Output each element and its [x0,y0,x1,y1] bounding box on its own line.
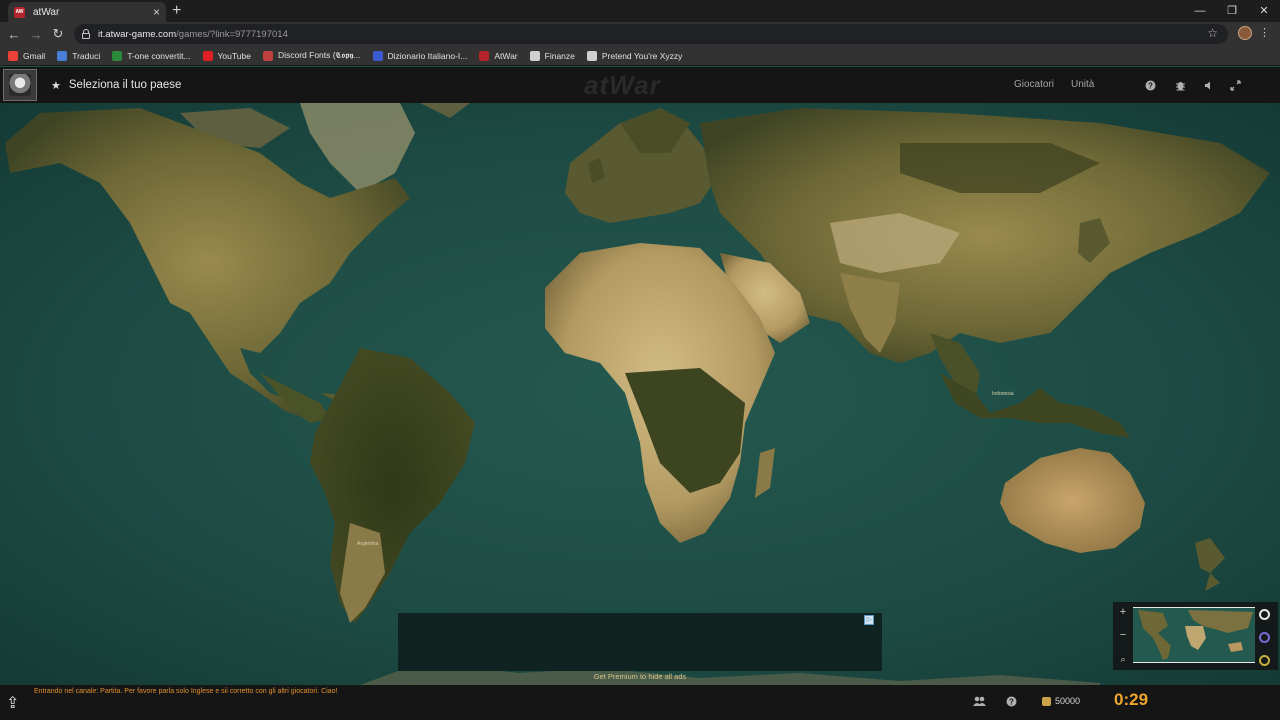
atwar-icon [479,50,490,61]
bookmark-label: Pretend You're Xyzzy [601,50,683,61]
address-bar[interactable]: it.atwar-game.com/games/?link=9777197014… [74,24,1228,44]
sound-icon[interactable] [1200,77,1216,93]
bookmark-item[interactable]: AtWar [479,50,518,61]
bookmark-label: T-one convertit... [127,50,191,61]
bookmark-label: Traduci [72,50,101,61]
bookmark-label: AtWar [494,50,518,61]
bookmark-icon [262,50,273,61]
tab-title: atWar [33,6,60,18]
player-avatar[interactable] [3,69,37,101]
turn-timer: 0:29 [1114,690,1149,709]
bookmark-label: Discord Fonts (𝕮𝖔𝖕𝖞... [277,50,361,60]
bookmark-item[interactable]: T-one convertit... [112,50,191,61]
browser-toolbar: ← → ↻ it.atwar-game.com/games/?link=9777… [0,22,1280,46]
bookmark-item[interactable]: Dizionario Italiano-I... [372,50,468,61]
gold-display: 50000 [1042,696,1080,706]
atwar-favicon-icon: AW [14,6,25,18]
bug-icon[interactable] [1172,77,1188,93]
page-title: Seleziona il tuo paese [68,79,182,91]
minimap-view[interactable] [1133,607,1255,663]
ad-choices-icon[interactable]: ▷ [864,615,874,625]
help-icon[interactable]: ? [1142,77,1158,93]
bookmarks-bar: Gmail Traduci T-one convertit... YouTube Dis… [0,46,1280,66]
window-controls: — ❐ ✕ [1184,0,1280,22]
world-map-canvas: Argentina Indonesia [5,103,1270,685]
minimap-africa [1185,626,1206,650]
minimap-canvas [1138,610,1253,660]
madagascar-region [755,448,775,498]
new-tab-icon[interactable]: + [172,2,181,20]
minimap-australia [1228,642,1243,652]
bookmark-icon [112,50,123,61]
bookmark-item[interactable]: Gmail [8,50,46,61]
bookmark-item[interactable]: YouTube [202,50,251,61]
bookmark-item[interactable]: Pretend You're Xyzzy [586,50,683,61]
bookmark-item[interactable]: Finanze [529,50,575,61]
minimap-option-blue[interactable] [1259,632,1270,643]
greenland-region [300,103,415,193]
bookmark-star-icon[interactable]: ☆ [1207,26,1218,40]
gold-icon [1042,696,1051,706]
map-label-argentina: Argentina [357,541,379,547]
map-label-indonesia: Indonesia [992,391,1014,397]
units-link[interactable]: Unità [1071,79,1094,90]
avatar-image [9,74,31,96]
australia-region [1000,448,1145,553]
bookmark-item[interactable]: Traduci [57,50,101,61]
star-icon: ★ [51,79,61,92]
youtube-icon [202,50,213,61]
zoom-out-icon[interactable]: − [1117,629,1129,641]
profile-avatar[interactable] [1238,26,1252,40]
zoom-in-icon[interactable]: + [1117,606,1129,618]
minimap-option-yellow[interactable] [1259,655,1270,666]
chat-toggle-icon[interactable]: ⇪ [6,693,19,713]
browser-tab[interactable]: AW atWar × [8,2,166,22]
game-header: ★ Seleziona il tuo paese atWar Giocatori… [0,67,1280,103]
globe-icon [529,50,540,61]
zoom-search-icon[interactable]: ⌕ [1117,653,1129,665]
window-close-icon[interactable]: ✕ [1248,0,1280,22]
gmail-icon [8,50,18,61]
globe-icon [586,50,597,61]
bottom-help-icon[interactable]: ? [1006,696,1017,710]
minimap-option-white[interactable] [1259,609,1270,620]
back-icon[interactable]: ← [3,27,25,42]
minimize-icon[interactable]: — [1184,0,1216,22]
tab-close-icon[interactable]: × [153,5,160,19]
gold-value: 50000 [1055,696,1081,706]
translate-icon [57,50,68,61]
svg-text:?: ? [1148,81,1153,90]
south-america-region [310,348,475,623]
minimap-americas [1138,610,1171,660]
players-link[interactable]: Giocatori [1014,79,1054,90]
restore-icon[interactable]: ❐ [1216,0,1248,22]
svg-text:?: ? [1009,697,1014,706]
premium-link[interactable]: Get Premium to hide all ads [398,672,882,681]
forward-icon[interactable]: → [25,27,47,42]
friends-icon[interactable] [973,696,986,710]
bookmark-label: YouTube [217,50,251,61]
lock-icon [82,28,90,39]
new-zealand-region [1195,538,1225,591]
minimap-panel: + − ⌕ [1113,602,1278,670]
reload-icon[interactable]: ↻ [47,26,69,42]
ad-banner[interactable]: ▷ [398,613,882,671]
bookmark-item[interactable]: Discord Fonts (𝕮𝖔𝖕𝖞... [262,50,361,61]
world-map[interactable]: Argentina Indonesia ▷ Get Premium to hid… [0,103,1280,685]
browser-tab-strip: AW atWar × + — ❐ ✕ [0,0,1280,22]
bookmark-icon [372,50,383,61]
browser-menu-icon[interactable]: ⋮ [1259,26,1270,40]
url-host: it.atwar-game.com [98,28,177,40]
bookmark-label: Gmail [23,50,46,61]
atwar-logo: atWar [584,70,661,100]
game-bottom-bar: ⇪ Entrando nel canale: Partita. Per favo… [0,685,1280,720]
bookmark-label: Finanze [544,50,575,61]
chat-message: Entrando nel canale: Partita. Per favore… [34,688,338,695]
bookmark-label: Dizionario Italiano-I... [387,50,468,61]
url-path: /games/?link=9777197014 [176,28,288,40]
fullscreen-icon[interactable] [1227,77,1243,93]
